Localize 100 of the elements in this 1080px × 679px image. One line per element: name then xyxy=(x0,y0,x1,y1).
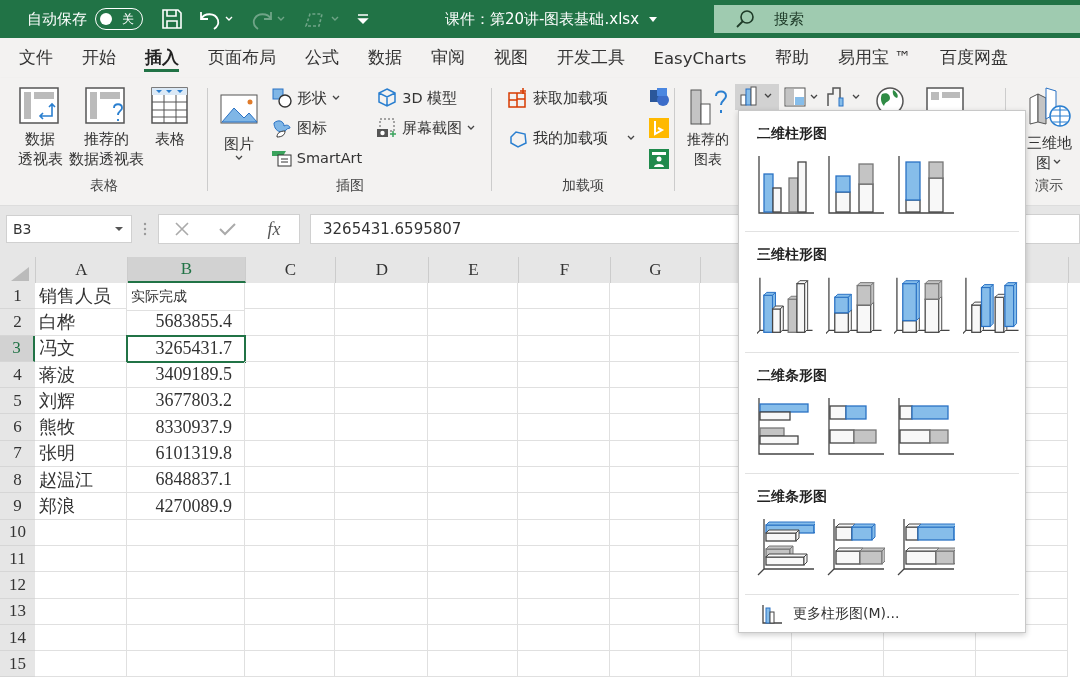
ribbon-button[interactable]: 3D 模型 xyxy=(374,84,479,112)
chart-question-icon xyxy=(688,86,728,126)
ribbon-tab[interactable]: 百度网盘 xyxy=(925,38,1023,78)
table-cell: 6101319.8 xyxy=(127,440,245,468)
row-header[interactable]: 1 xyxy=(0,283,35,310)
name-box[interactable]: B3 xyxy=(13,221,32,237)
column-chart-icon[interactable] xyxy=(825,276,882,336)
caret-icon[interactable] xyxy=(647,14,659,24)
ribbon-tab[interactable]: EasyCharts xyxy=(639,38,761,78)
ribbon-button[interactable]: 数据 透视表 xyxy=(14,84,66,171)
column-header[interactable]: C xyxy=(246,257,336,283)
row-header[interactable]: 8 xyxy=(0,467,35,494)
pivot-table-icon xyxy=(18,86,62,126)
ribbon-button[interactable]: 获取加载项 xyxy=(504,84,638,112)
ribbon-tab[interactable]: 开发工具 xyxy=(542,38,639,78)
column-chart-icon[interactable] xyxy=(894,276,951,336)
row-header[interactable]: 6 xyxy=(0,414,35,441)
more-charts-item[interactable]: 更多柱形图(M)... xyxy=(755,603,906,625)
group-label: 插图 xyxy=(335,177,364,195)
row-header[interactable]: 14 xyxy=(0,624,35,652)
table-cell: 5683855.4 xyxy=(127,309,245,336)
bar-chart-icon[interactable] xyxy=(757,518,815,578)
table-cell: 3409189.5 xyxy=(127,361,245,389)
row-header[interactable]: 13 xyxy=(0,598,35,625)
row-header[interactable]: 7 xyxy=(0,440,35,468)
table-cell: 郑浪 xyxy=(35,493,127,520)
section-title: 三维柱形图 xyxy=(757,246,827,262)
bar-chart-icon[interactable] xyxy=(757,397,815,457)
row-header[interactable]: 12 xyxy=(0,572,35,599)
row-header[interactable]: 2 xyxy=(0,309,35,336)
ribbon-tab[interactable]: 帮助 xyxy=(760,38,824,78)
section-title: 二维条形图 xyxy=(757,367,827,383)
table-cell: 白桦 xyxy=(35,309,127,336)
app-icon[interactable] xyxy=(647,86,670,108)
picture-icon xyxy=(219,94,258,124)
ribbon-button[interactable]: 我的加载项 xyxy=(504,124,638,152)
column-header[interactable]: D xyxy=(336,257,429,283)
group-label: 演示 xyxy=(1035,177,1063,195)
ribbon-tab[interactable]: 数据 xyxy=(353,38,416,78)
bar-chart-icon[interactable] xyxy=(827,397,885,457)
row-header[interactable]: 4 xyxy=(0,361,35,389)
table-cell: 冯文 xyxy=(35,335,127,362)
ribbon-tab[interactable]: 页面布局 xyxy=(193,38,290,78)
row-header[interactable]: 3 xyxy=(0,335,35,362)
ribbon-tab[interactable]: 插入 xyxy=(130,38,193,78)
autosave-label: 自动保存 xyxy=(27,9,87,29)
leaf-bird-icon xyxy=(270,117,293,139)
save-icon[interactable] xyxy=(161,8,183,30)
ribbon-tab[interactable]: 开始 xyxy=(67,38,130,78)
app-icon[interactable] xyxy=(647,148,670,170)
search-field[interactable]: 搜索 xyxy=(714,5,1080,33)
ribbon-button[interactable]: SmartArt xyxy=(268,144,365,172)
table-cell: 熊牧 xyxy=(35,414,127,441)
search-icon xyxy=(734,8,756,30)
ribbon-tab[interactable]: 公式 xyxy=(290,38,353,78)
column-chart-button[interactable] xyxy=(735,84,779,110)
ribbon-tab[interactable]: 视图 xyxy=(479,38,542,78)
bar-chart-icon[interactable] xyxy=(897,518,955,578)
recommended-charts-button[interactable]: 推荐的 图表 xyxy=(685,84,731,171)
column-chart-icon[interactable] xyxy=(962,276,1019,336)
ribbon-tab[interactable]: 易用宝 ™ xyxy=(823,38,926,78)
pivot-table-icon xyxy=(84,86,128,126)
caret-icon[interactable] xyxy=(113,225,125,233)
row-header[interactable]: 10 xyxy=(0,519,35,546)
cube-icon xyxy=(376,87,399,109)
column-chart-icon[interactable] xyxy=(827,155,885,215)
column-chart-icon[interactable] xyxy=(897,155,955,215)
table-cell: 蒋波 xyxy=(35,361,127,389)
picture-button[interactable]: 图片 xyxy=(216,84,261,167)
table-cell: 6848837.1 xyxy=(127,467,245,494)
table-cell: 张明 xyxy=(35,440,127,468)
group-label: 加载项 xyxy=(562,177,604,195)
map-globe-icon xyxy=(1026,86,1072,130)
table-cell: 实际完成 xyxy=(127,283,245,311)
row-header[interactable]: 9 xyxy=(0,493,35,520)
column-header[interactable]: F xyxy=(519,257,611,283)
row-header[interactable]: 5 xyxy=(0,388,35,415)
ribbon-tab[interactable]: 审阅 xyxy=(416,38,479,78)
section-title: 三维条形图 xyxy=(757,488,827,504)
screenshot-icon xyxy=(376,117,399,139)
column-header[interactable]: B xyxy=(128,257,246,283)
ribbon-tab[interactable]: 文件 xyxy=(4,38,67,78)
section-title: 二维柱形图 xyxy=(757,125,827,141)
column-header[interactable]: G xyxy=(611,257,701,283)
row-header[interactable]: 11 xyxy=(0,545,35,573)
ribbon-button[interactable]: 形状 xyxy=(268,84,365,112)
row-header[interactable]: 15 xyxy=(0,651,35,678)
ribbon-button[interactable]: 推荐的 数据透视表 xyxy=(65,84,147,171)
column-chart-icon[interactable] xyxy=(757,276,814,336)
table-cell: 4270089.9 xyxy=(127,493,245,520)
column-chart-icon[interactable] xyxy=(757,155,815,215)
table-cell: 刘辉 xyxy=(35,388,127,415)
table-cell: 3265431.7 xyxy=(127,335,245,362)
ribbon-button[interactable]: 表格 xyxy=(146,84,193,151)
ribbon-button[interactable]: 屏幕截图 xyxy=(374,114,479,142)
ribbon-button[interactable]: 图标 xyxy=(268,114,365,142)
bar-chart-icon[interactable] xyxy=(897,397,955,457)
insert-function-button[interactable]: fx xyxy=(261,217,287,241)
column-header[interactable]: E xyxy=(429,257,519,283)
bar-chart-icon[interactable] xyxy=(827,518,885,578)
